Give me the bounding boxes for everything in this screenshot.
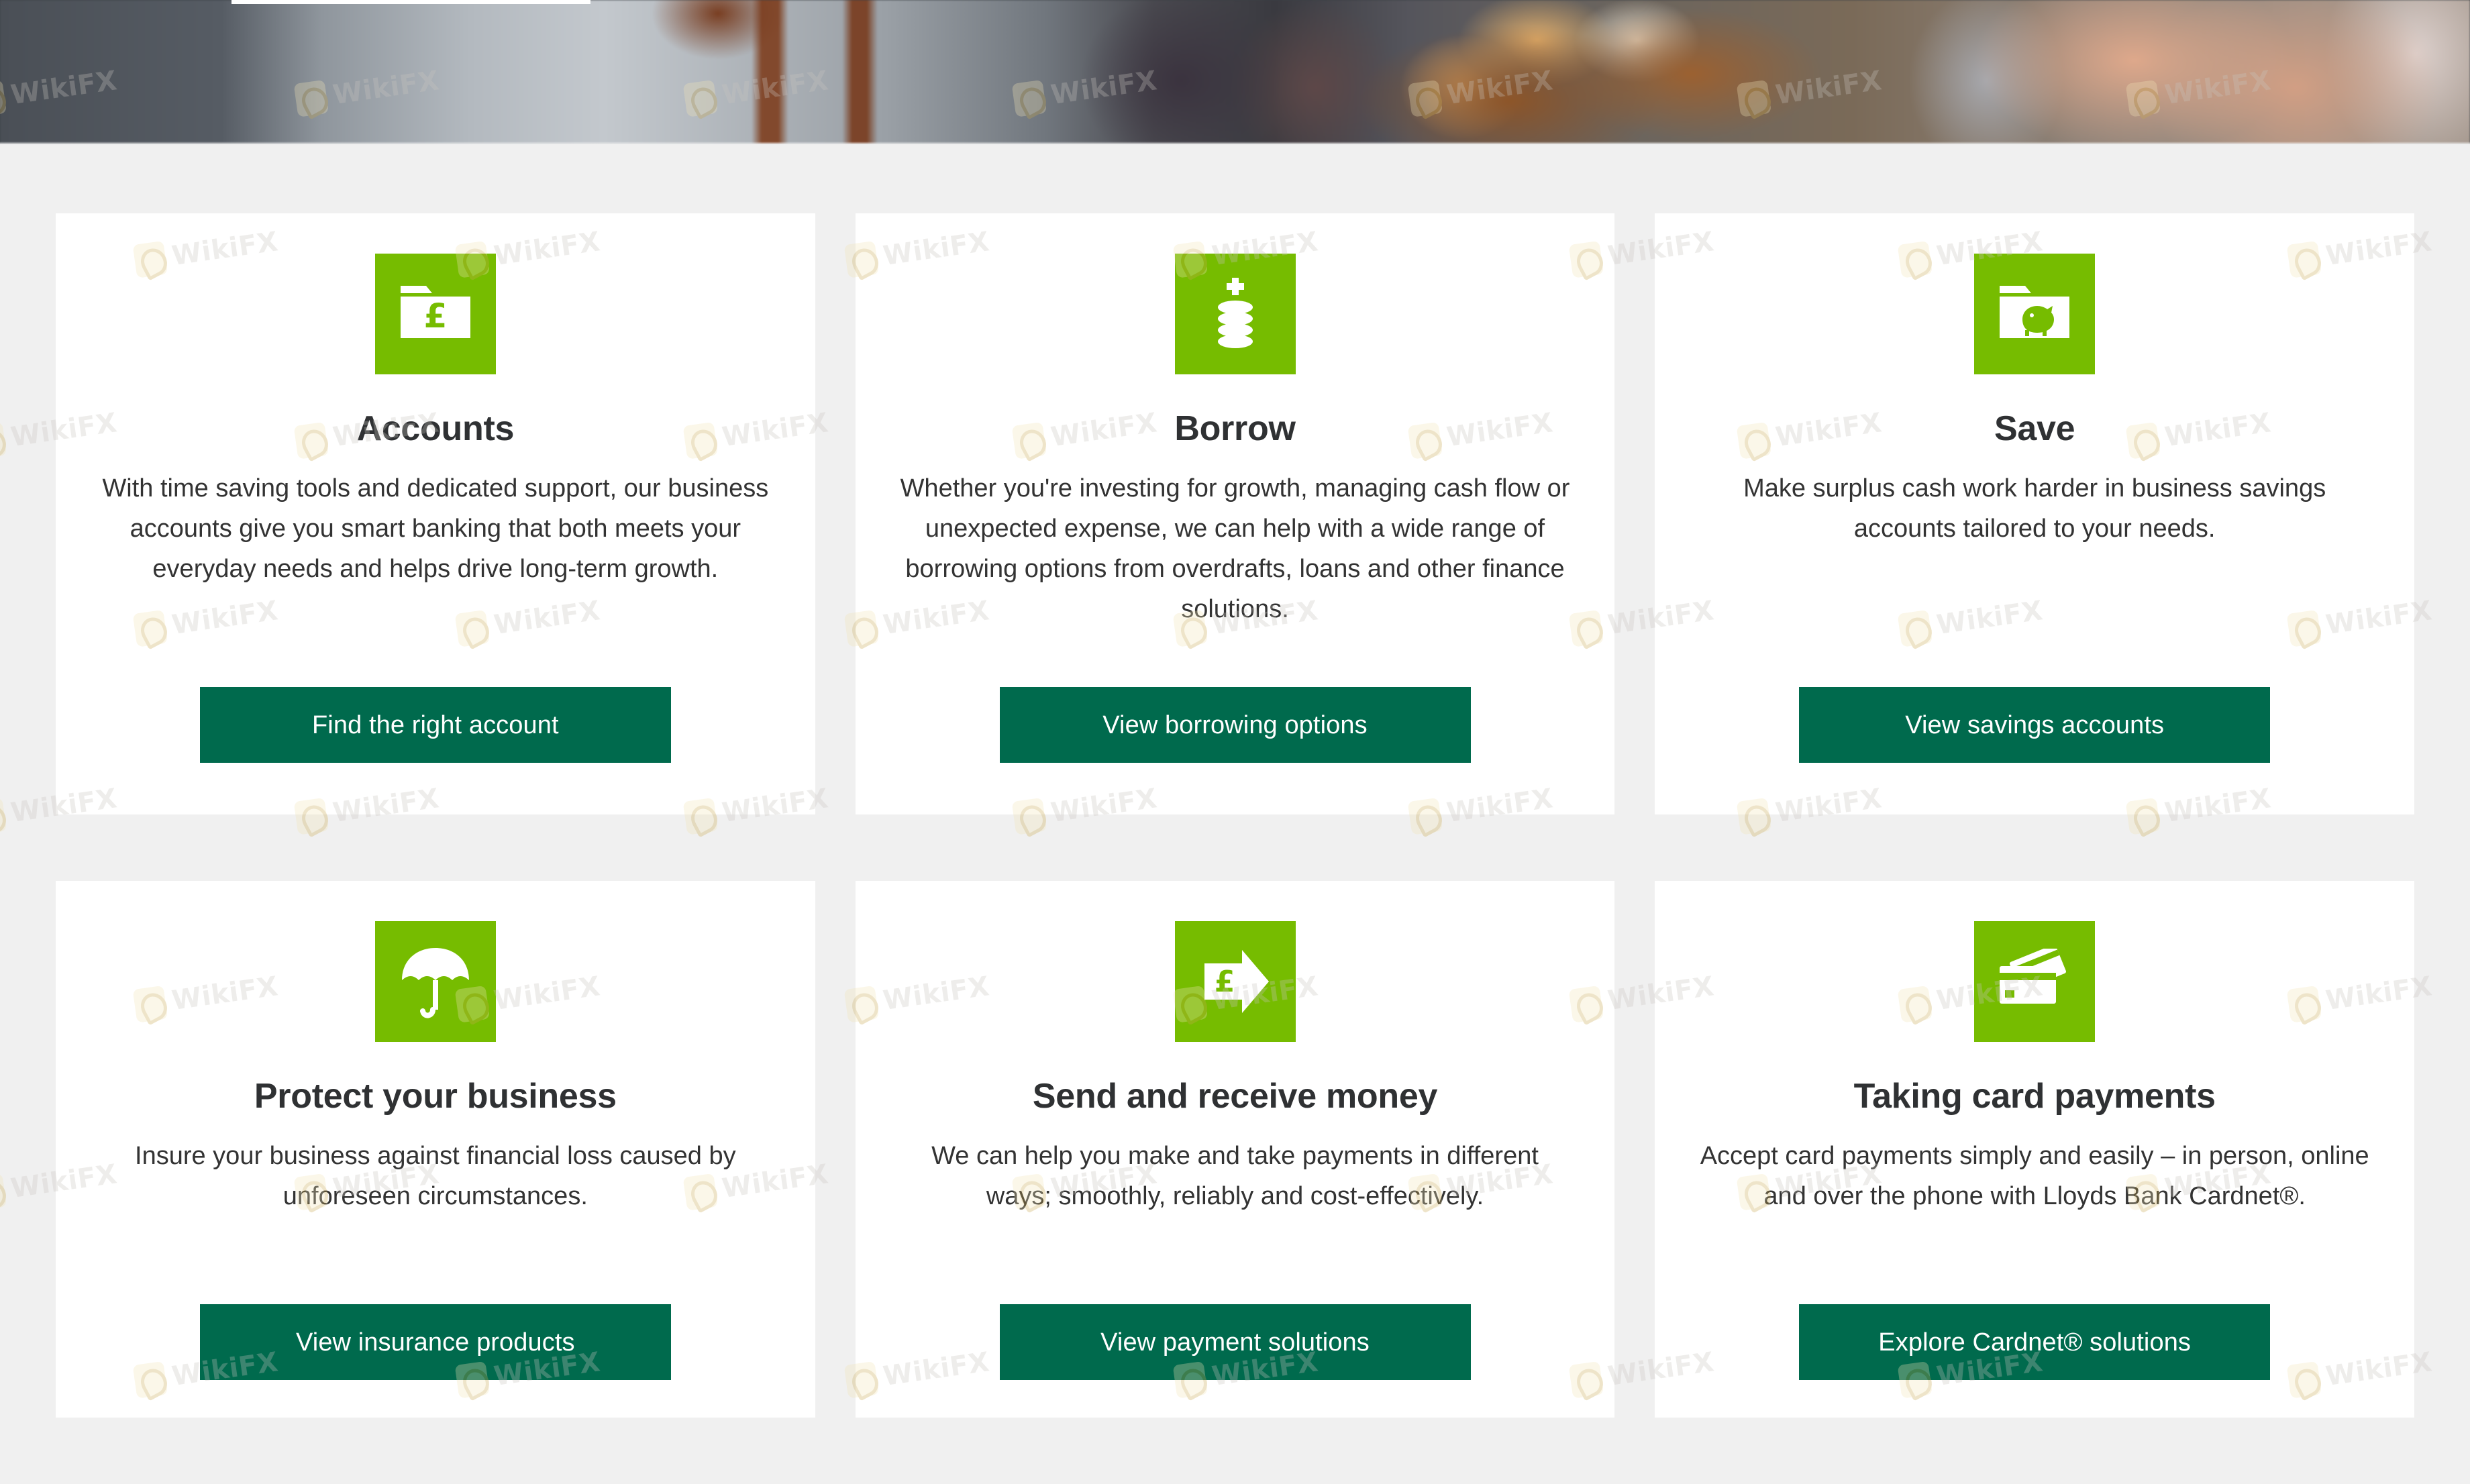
view-payment-solutions-button[interactable]: View payment solutions — [1000, 1304, 1471, 1380]
pound-arrow-right-icon: £ — [1175, 921, 1296, 1042]
view-insurance-products-button[interactable]: View insurance products — [200, 1304, 671, 1380]
folder-pound-icon: £ — [375, 254, 496, 374]
product-card-send-and-receive-money[interactable]: £ Send and receive money We can help you… — [856, 881, 1615, 1418]
product-card-protect-your-business[interactable]: Protect your business Insure your busine… — [56, 881, 815, 1418]
card-title: Borrow — [1174, 409, 1295, 448]
card-description: Accept card payments simply and easily –… — [1699, 1136, 2370, 1216]
card-row-bottom: Protect your business Insure your busine… — [56, 881, 2414, 1418]
card-title: Protect your business — [254, 1077, 617, 1116]
card-description: Make surplus cash work harder in busines… — [1699, 468, 2370, 549]
hero-photo — [0, 0, 2470, 144]
svg-text:£: £ — [423, 297, 447, 335]
coin-stack-plus-icon — [1175, 254, 1296, 374]
hero-top-white-bar — [231, 0, 590, 4]
umbrella-icon — [375, 921, 496, 1042]
card-description: We can help you make and take payments i… — [900, 1136, 1571, 1216]
card-title: Send and receive money — [1033, 1077, 1437, 1116]
credit-cards-icon — [1974, 921, 2095, 1042]
card-description: Whether you're investing for growth, man… — [900, 468, 1571, 629]
product-card-borrow[interactable]: Borrow Whether you're investing for grow… — [856, 213, 1615, 814]
product-card-accounts[interactable]: £ Accounts With time saving tools and de… — [56, 213, 815, 814]
product-cards-section: £ Accounts With time saving tools and de… — [0, 144, 2470, 1484]
view-borrowing-options-button[interactable]: View borrowing options — [1000, 687, 1471, 763]
product-card-taking-card-payments[interactable]: Taking card payments Accept card payment… — [1655, 881, 2414, 1418]
card-row-top: £ Accounts With time saving tools and de… — [56, 213, 2414, 814]
card-title: Taking card payments — [1854, 1077, 2216, 1116]
view-savings-accounts-button[interactable]: View savings accounts — [1799, 687, 2270, 763]
folder-piggy-bank-icon — [1974, 254, 2095, 374]
card-title: Accounts — [357, 409, 515, 448]
svg-text:£: £ — [1214, 965, 1235, 999]
card-description: With time saving tools and dedicated sup… — [100, 468, 771, 589]
explore-cardnet-solutions-button[interactable]: Explore Cardnet® solutions — [1799, 1304, 2270, 1380]
card-description: Insure your business against financial l… — [100, 1136, 771, 1216]
find-the-right-account-button[interactable]: Find the right account — [200, 687, 671, 763]
product-card-save[interactable]: Save Make surplus cash work harder in bu… — [1655, 213, 2414, 814]
card-title: Save — [1994, 409, 2075, 448]
hero-banner — [0, 0, 2470, 144]
